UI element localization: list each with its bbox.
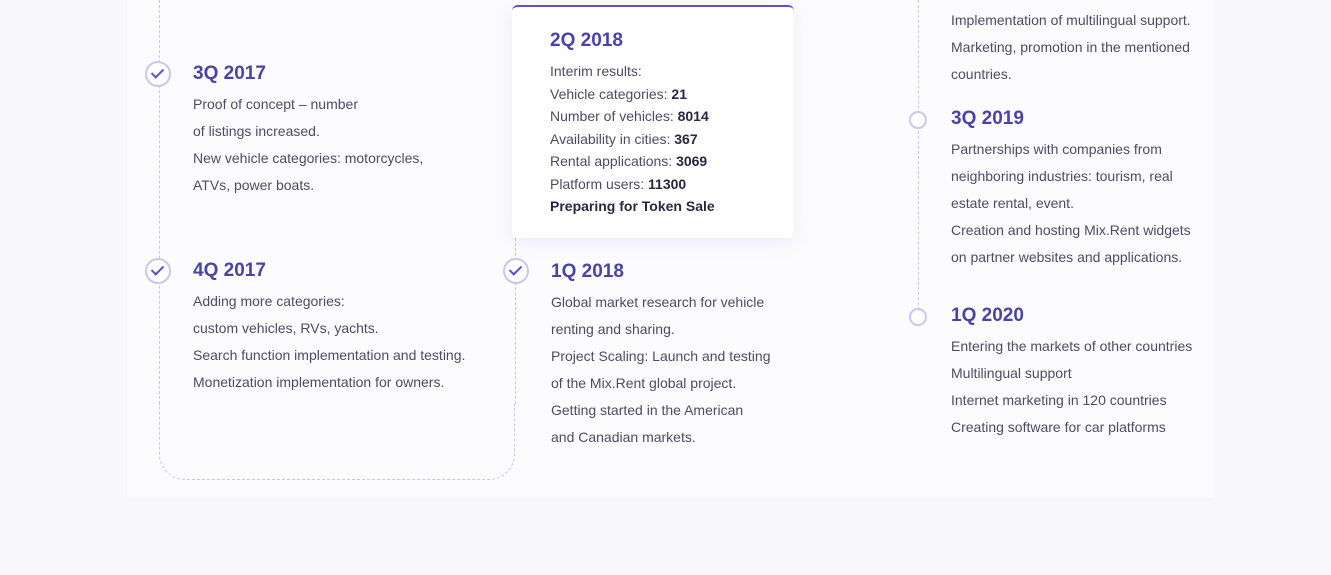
- milestone-text: Proof of concept – number: [193, 96, 358, 112]
- milestone-text: Entering the markets of other countries: [951, 338, 1193, 354]
- milestone-text: neighboring industries: tourism, real: [951, 168, 1173, 184]
- milestone-text: Implementation of multilingual support.: [951, 12, 1191, 28]
- check-icon-1q-2018: [503, 258, 529, 284]
- milestone-text: Search function implementation and testi…: [193, 347, 466, 363]
- stat-availability-in-cities: Availability in cities: 367: [550, 128, 715, 151]
- milestone-text: countries.: [951, 66, 1012, 82]
- milestone-text: ATVs, power boats.: [193, 177, 315, 193]
- stat-label: Platform users:: [550, 175, 645, 192]
- milestone-text: Adding more categories:: [193, 293, 345, 309]
- milestone-text: Creation and hosting Mix.Rent widgets: [951, 222, 1191, 238]
- stat-value: 367: [674, 130, 698, 147]
- milestone-3q-2017: 3Q 2017 Proof of concept – number of lis…: [193, 62, 423, 199]
- milestone-text: Partnerships with companies from: [951, 141, 1162, 157]
- pending-dot-icon-3q-2019: [909, 111, 927, 129]
- check-icon-3q-2017: [145, 61, 171, 87]
- milestone-previous-tail: Implementation of multilingual support. …: [951, 7, 1191, 88]
- milestone-1q-2020: 1Q 2020 Entering the markets of other co…: [951, 304, 1192, 441]
- timeline-line-loop: [159, 404, 515, 480]
- milestone-text: Creating software for car platforms: [951, 419, 1166, 435]
- stat-value: 8014: [677, 108, 709, 124]
- milestone-title: 3Q 2019: [951, 108, 1024, 129]
- milestone-text: renting and sharing.: [551, 321, 675, 337]
- milestone-title: 4Q 2017: [193, 260, 266, 281]
- stat-rental-applications: Rental applications: 3069: [550, 150, 715, 173]
- milestone-text: of listings increased.: [193, 123, 320, 139]
- milestone-title: 1Q 2018: [551, 261, 624, 282]
- milestone-text: New vehicle categories: motorcycles,: [193, 150, 424, 166]
- stat-value: 21: [671, 85, 687, 102]
- stat-label: Rental applications:: [550, 153, 673, 169]
- milestone-text: of the Mix.Rent global project.: [551, 375, 737, 391]
- milestone-3q-2019: 3Q 2019 Partnerships with companies from…: [951, 107, 1191, 271]
- milestone-text: and Canadian markets.: [551, 429, 696, 445]
- milestone-title: 3Q 2017: [193, 63, 266, 84]
- milestone-title: 1Q 2020: [951, 305, 1024, 326]
- milestone-text: estate rental, event.: [951, 195, 1074, 211]
- stat-vehicle-categories: Vehicle categories: 21: [550, 83, 715, 106]
- pending-dot-icon-1q-2020: [909, 308, 927, 326]
- token-sale-highlight: Preparing for Token Sale: [550, 198, 715, 214]
- stat-value: 3069: [676, 153, 708, 169]
- stat-label: Number of vehicles:: [550, 108, 674, 124]
- milestone-card-2q-2018: 2Q 2018 Interim results: Vehicle categor…: [512, 5, 794, 238]
- stat-label: Availability in cities:: [550, 130, 671, 147]
- milestone-1q-2018: 1Q 2018 Global market research for vehic…: [551, 260, 770, 451]
- interim-results-label: Interim results:: [550, 63, 642, 79]
- milestone-text: custom vehicles, RVs, yachts.: [193, 320, 379, 336]
- milestone-text: Internet marketing in 120 countries: [951, 392, 1167, 408]
- stat-number-of-vehicles: Number of vehicles: 8014: [550, 105, 715, 128]
- milestone-text: Project Scaling: Launch and testing: [551, 348, 771, 364]
- milestone-4q-2017: 4Q 2017 Adding more categories: custom v…: [193, 259, 465, 396]
- milestone-text: Multilingual support: [951, 365, 1072, 381]
- milestone-text: on partner websites and applications.: [951, 249, 1183, 265]
- milestone-text: Marketing, promotion in the mentioned: [951, 39, 1190, 55]
- stat-label: Vehicle categories:: [550, 85, 668, 102]
- milestone-text: Global market research for vehicle: [551, 294, 765, 310]
- milestone-title: 2Q 2018: [550, 30, 623, 51]
- timeline-line-right: [918, 0, 919, 310]
- stat-platform-users: Platform users: 11300: [550, 173, 715, 196]
- stat-value: 11300: [648, 175, 687, 192]
- milestone-text: Monetization implementation for owners.: [193, 374, 445, 390]
- check-icon-4q-2017: [145, 258, 171, 284]
- milestone-text: Getting started in the American: [551, 402, 744, 418]
